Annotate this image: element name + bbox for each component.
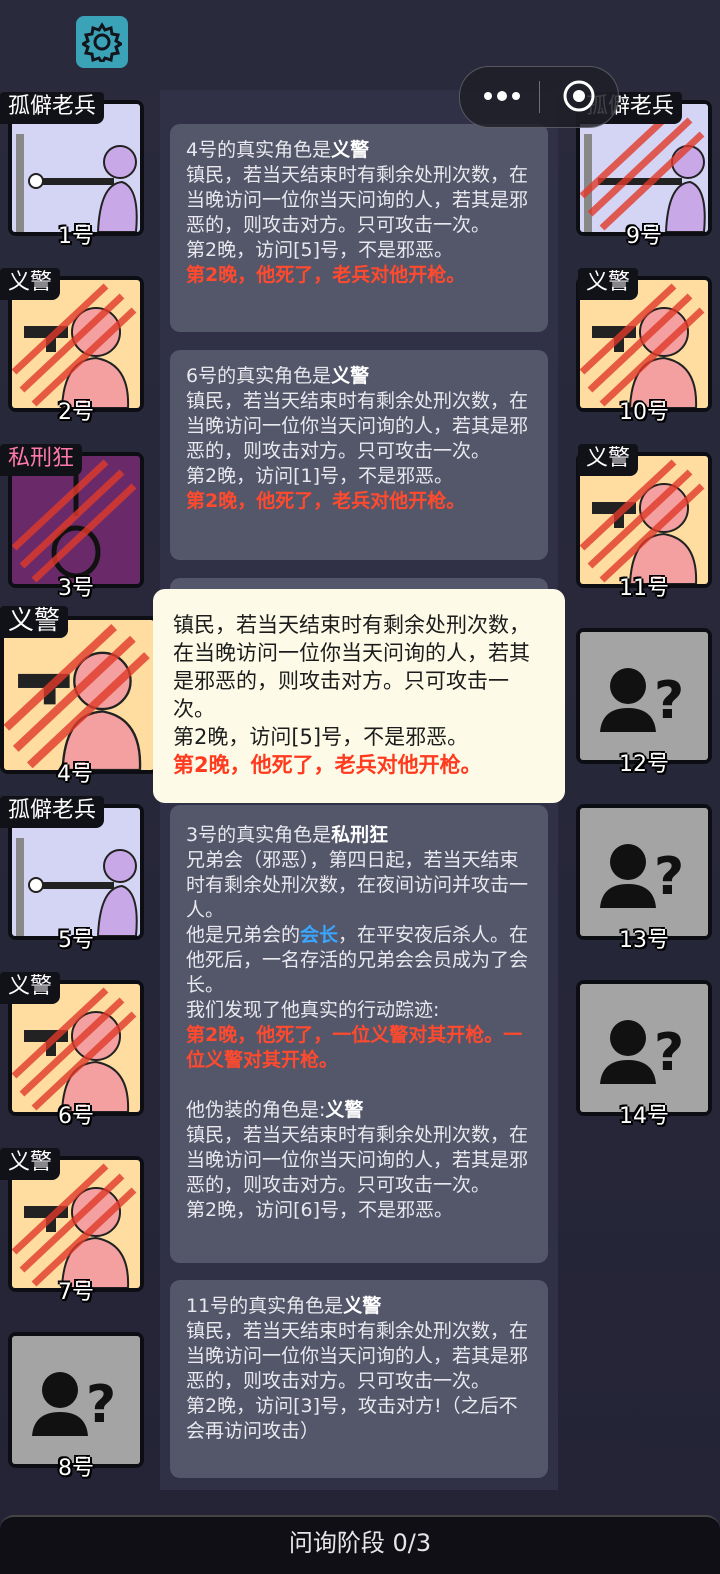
vigilante-portrait (4, 620, 154, 770)
card-title: 3号的真实角色是 (186, 824, 332, 846)
popup-description: 镇民，若当天结束时有剩余处刑次数，在当晚访问一位你当天问询的人，若其是邪恶的，则… (173, 613, 530, 721)
player-slot-14[interactable]: ? 14号 (568, 980, 712, 1129)
player-role-label: 孤僻老兵 (0, 796, 105, 828)
player-slot-6[interactable]: 义警 6号 (0, 972, 144, 1129)
player-number: 12号 (619, 752, 669, 777)
player-number: 2号 (58, 400, 94, 425)
player-role-label: 义警 (578, 268, 639, 300)
card-role: 义警 (331, 365, 370, 387)
player-number: 5号 (58, 928, 94, 953)
player-number: 9号 (626, 224, 662, 249)
card-role: 私刑狂 (331, 824, 389, 846)
gear-icon (82, 22, 122, 62)
card-disguise-label: 他伪装的角色是: (186, 1099, 326, 1121)
player-role-label: 义警 (0, 268, 61, 300)
mini-program-capsule (459, 66, 619, 128)
player-slot-5[interactable]: 孤僻老兵 5号 (0, 796, 144, 953)
unknown-player-icon: ? (580, 632, 708, 760)
player-role-label: 私刑狂 (0, 444, 83, 476)
svg-text:?: ? (654, 671, 684, 731)
unknown-portrait: ? (12, 1336, 140, 1464)
card-description: 镇民，若当天结束时有剩余处刑次数，在当晚访问一位你当天问询的人，若其是邪恶的，则… (186, 164, 529, 236)
card-visit: 第2晚，访问[3]号，攻击对方!（之后不会再访问攻击） (186, 1395, 518, 1442)
card-visit: 第2晚，访问[5]号，不是邪恶。 (186, 239, 454, 261)
player-number: 14号 (619, 1104, 669, 1129)
unknown-portrait: ? (580, 632, 708, 760)
player-number: 8号 (58, 1456, 94, 1481)
player-role-label: 义警 (0, 1148, 61, 1180)
unknown-portrait: ? (580, 808, 708, 936)
player-slot-1[interactable]: 孤僻老兵 1号 (0, 92, 144, 249)
player-number: 7号 (58, 1280, 94, 1305)
unknown-player-icon: ? (580, 984, 708, 1112)
card-trace: 第2晚，他死了，一位义警对其开枪。一位义警对其开枪。 (186, 1024, 523, 1071)
card-trace-title: 我们发现了他真实的行动踪迹: (186, 999, 440, 1021)
player-number: 13号 (619, 928, 669, 953)
capsule-divider (539, 81, 540, 113)
card-title: 11号的真实角色是 (186, 1295, 344, 1317)
player-role-label: 义警 (0, 606, 69, 638)
card-title: 4号的真实角色是 (186, 139, 332, 161)
player-number: 3号 (58, 576, 94, 601)
settings-button[interactable] (76, 16, 128, 68)
player-slot-3[interactable]: 私刑狂 3号 (0, 444, 144, 601)
card-title: 6号的真实角色是 (186, 365, 332, 387)
card-description: 镇民，若当天结束时有剩余处刑次数，在当晚访问一位你当天问询的人，若其是邪恶的，则… (186, 390, 529, 462)
card-death: 第2晚，他死了，老兵对他开枪。 (186, 490, 466, 512)
card-text: 他是兄弟会的 (186, 924, 301, 946)
card-visit: 第2晚，访问[1]号，不是邪恶。 (186, 465, 454, 487)
card-leader-highlight: 会长 (300, 924, 339, 946)
more-dots-icon[interactable] (482, 85, 522, 107)
svg-text:?: ? (86, 1375, 116, 1435)
player-slot-10[interactable]: 义警 10号 (568, 268, 712, 425)
card-description: 镇民，若当天结束时有剩余处刑次数，在当晚访问一位你当天问询的人，若其是邪恶的，则… (186, 1124, 529, 1196)
reveal-card-3: 3号的真实角色是私刑狂 兄弟会（邪恶），第四日起，若当天结束时有剩余处刑次数，在… (170, 805, 548, 1263)
svg-text:?: ? (654, 1023, 684, 1083)
unknown-portrait: ? (580, 984, 708, 1112)
phase-label: 问询阶段 0/3 (288, 1529, 432, 1557)
player-slot-2[interactable]: 义警 2号 (0, 268, 144, 425)
reveal-card-6: 6号的真实角色是义警 镇民，若当天结束时有剩余处刑次数，在当晚访问一位你当天问询… (170, 350, 548, 560)
player-slot-4[interactable]: 义警 4号 (0, 606, 158, 787)
unknown-player-icon: ? (580, 808, 708, 936)
card-disguise-role: 义警 (325, 1099, 364, 1121)
card-role: 义警 (343, 1295, 382, 1317)
card-death: 第2晚，他死了，老兵对他开枪。 (186, 264, 466, 286)
card-visit: 第2晚，访问[6]号，不是邪恶。 (186, 1199, 454, 1221)
reveal-card-4: 4号的真实角色是义警 镇民，若当天结束时有剩余处刑次数，在当晚访问一位你当天问询… (170, 124, 548, 332)
player-slot-7[interactable]: 义警 7号 (0, 1148, 144, 1305)
role-tooltip-popup: 镇民，若当天结束时有剩余处刑次数，在当晚访问一位你当天问询的人，若其是邪恶的，则… (153, 589, 565, 803)
player-slot-11[interactable]: 义警 11号 (568, 444, 712, 601)
player-number: 4号 (57, 762, 93, 787)
player-slot-8[interactable]: ? 8号 (0, 1332, 144, 1481)
player-role-label: 义警 (0, 972, 61, 1004)
player-role-label: 义警 (578, 444, 639, 476)
card-description: 兄弟会（邪恶），第四日起，若当天结束时有剩余处刑次数，在夜间访问并攻击一人。 (186, 849, 529, 921)
phase-bar: 问询阶段 0/3 (0, 1515, 720, 1574)
player-slot-13[interactable]: ? 13号 (568, 804, 712, 953)
player-number: 6号 (58, 1104, 94, 1129)
popup-visit: 第2晚，访问[5]号，不是邪恶。 (173, 725, 469, 749)
close-target-icon[interactable] (562, 79, 596, 113)
card-description: 镇民，若当天结束时有剩余处刑次数，在当晚访问一位你当天问询的人，若其是邪恶的，则… (186, 1320, 529, 1392)
player-slot-12[interactable]: ? 12号 (568, 628, 712, 777)
unknown-player-icon: ? (12, 1336, 140, 1464)
popup-death: 第2晚，他死了，老兵对他开枪。 (173, 753, 482, 777)
player-number: 10号 (619, 400, 669, 425)
reveal-card-11: 11号的真实角色是义警 镇民，若当天结束时有剩余处刑次数，在当晚访问一位你当天问… (170, 1280, 548, 1478)
player-number: 1号 (58, 224, 94, 249)
svg-text:?: ? (654, 847, 684, 907)
player-number: 11号 (619, 576, 669, 601)
card-role: 义警 (331, 139, 370, 161)
player-role-label: 孤僻老兵 (0, 92, 105, 124)
